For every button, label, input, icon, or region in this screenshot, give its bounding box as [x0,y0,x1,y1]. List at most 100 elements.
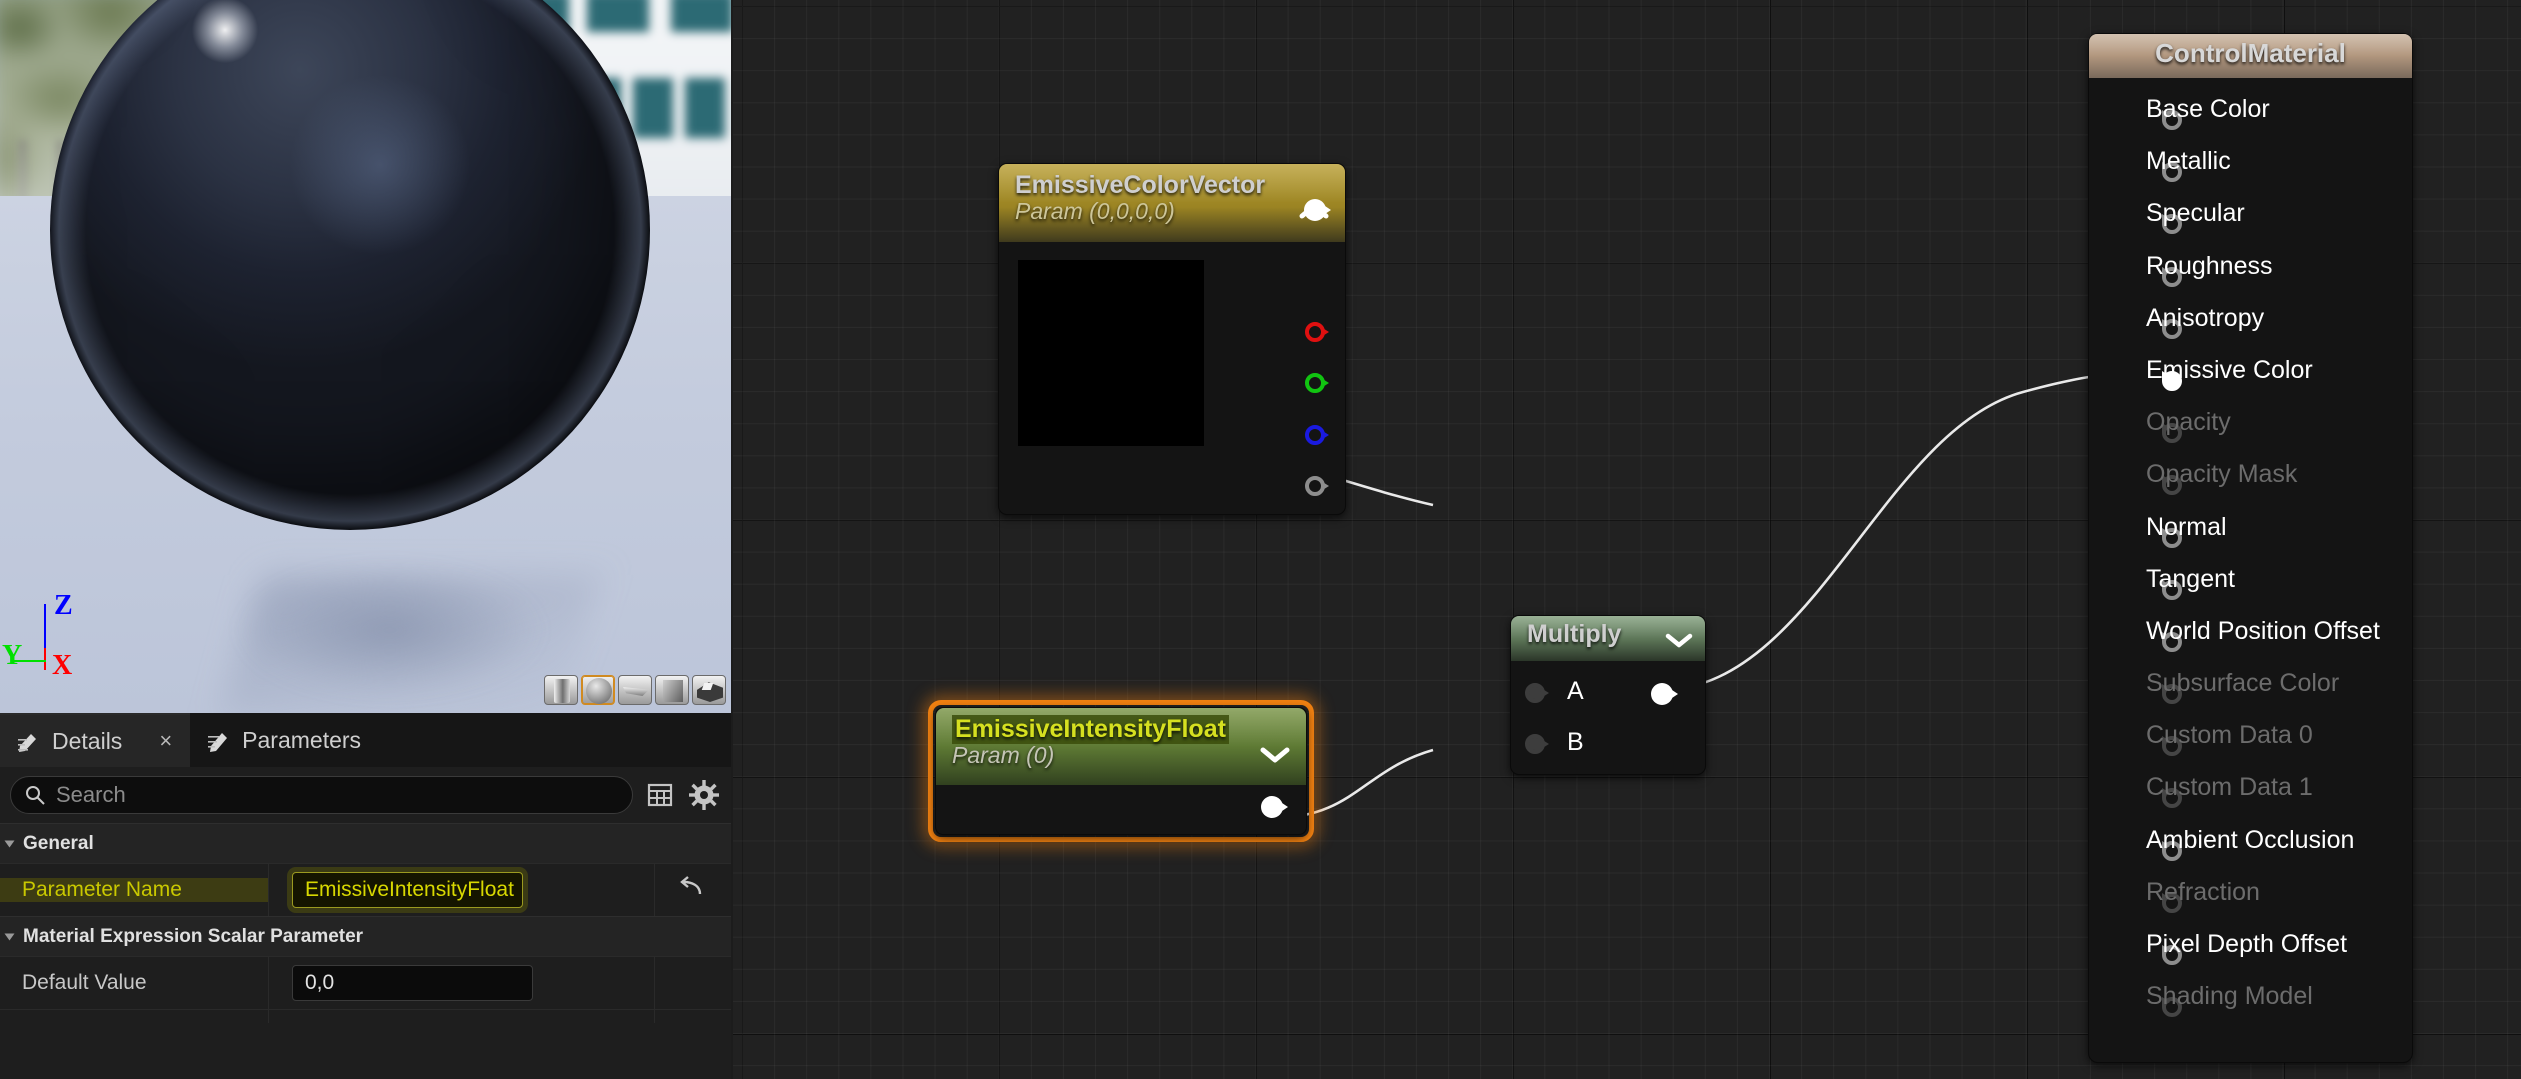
tab-details[interactable]: Details × [0,713,190,767]
section-general-label: General [23,833,94,855]
input-custom-data-0[interactable]: Custom Data 0 [2089,714,2412,766]
chevron-down-icon [5,933,15,940]
preview-shape-custom-mesh[interactable] [692,675,726,705]
node-emissive-intensity-float[interactable]: EmissiveIntensityFloat Param (0) [935,707,1307,835]
pin-ambient-occlusion[interactable] [2105,834,2127,856]
input-metallic[interactable]: Metallic [2089,140,2412,192]
pin-output-result[interactable] [1651,683,1673,705]
input-subsurface-color[interactable]: Subsurface Color [2089,662,2412,714]
input-opacity[interactable]: Opacity [2089,401,2412,453]
node-header-emissive-color-vector[interactable]: EmissiveColorVector Param (0,0,0,0) [999,164,1345,242]
input-emissive-color[interactable]: Emissive Color [2089,349,2412,401]
input-label-world-position-offset: World Position Offset [2146,617,2380,646]
input-anisotropy[interactable]: Anisotropy [2089,297,2412,349]
input-label-refraction: Refraction [2146,878,2260,907]
pin-output-float[interactable] [1261,796,1283,818]
node-multiply[interactable]: Multiply A B [1510,615,1706,775]
pin-tangent[interactable] [2105,573,2127,595]
pin-specular[interactable] [2105,207,2127,229]
preview-shape-cylinder[interactable] [544,675,578,705]
search-input[interactable]: Search [10,776,633,814]
node-header-control-material[interactable]: ControlMaterial [2089,34,2412,78]
pin-metallic[interactable] [2105,155,2127,177]
pin-opacity-mask[interactable] [2105,468,2127,490]
material-preview-viewport[interactable]: Z X Y [0,0,731,713]
input-label-metallic: Metallic [2146,147,2231,176]
input-world-position-offset[interactable]: World Position Offset [2089,610,2412,662]
pin-base-color[interactable] [2105,103,2127,125]
input-pixel-depth-offset[interactable]: Pixel Depth Offset [2089,923,2412,975]
preview-shape-sphere[interactable] [581,675,615,705]
pin-label-a: A [1567,677,1584,706]
axis-label-z: Z [54,592,73,620]
property-row-default-value: Default Value 0,0 [0,956,731,1009]
tab-parameters[interactable]: Parameters [190,713,379,767]
node-emissive-color-vector[interactable]: EmissiveColorVector Param (0,0,0,0) [998,163,1346,515]
pin-custom-data-0[interactable] [2105,729,2127,751]
pin-opacity[interactable] [2105,416,2127,438]
axis-label-x: X [52,652,72,680]
color-swatch-preview[interactable] [1018,260,1204,446]
material-graph-canvas[interactable]: EmissiveColorVector Param (0,0,0,0) [733,0,2521,1079]
input-label-roughness: Roughness [2146,252,2272,281]
chevron-down-icon[interactable] [1665,626,1693,652]
close-icon[interactable]: × [159,730,172,752]
viewport-contact-shadow [180,540,600,713]
pin-shading-model[interactable] [2105,990,2127,1012]
node-title-control-material: ControlMaterial [2089,38,2412,69]
input-base-color[interactable]: Base Color [2089,88,2412,140]
pin-pixel-depth-offset[interactable] [2105,938,2127,960]
input-label-anisotropy: Anisotropy [2146,304,2264,333]
chevron-down-icon[interactable] [1260,742,1290,768]
pin-normal[interactable] [2105,521,2127,543]
node-header-emissive-intensity-float[interactable]: EmissiveIntensityFloat Param (0) [936,708,1306,785]
preview-shape-cube[interactable] [655,675,689,705]
input-opacity-mask[interactable]: Opacity Mask [2089,453,2412,505]
pin-output-g[interactable] [1305,373,1327,395]
input-specular[interactable]: Specular [2089,192,2412,244]
input-refraction[interactable]: Refraction [2089,871,2412,923]
parameters-icon [208,729,231,752]
preview-shape-toolbar[interactable] [544,675,726,705]
pin-custom-data-1[interactable] [2105,781,2127,803]
node-subtitle-emissive-color-vector: Param (0,0,0,0) [1015,198,1331,225]
node-title-emissive-intensity-float[interactable]: EmissiveIntensityFloat [952,715,1229,744]
settings-gear-icon[interactable] [687,778,721,812]
input-ambient-occlusion[interactable]: Ambient Occlusion [2089,819,2412,871]
node-header-multiply[interactable]: Multiply [1511,616,1705,661]
input-label-tangent: Tangent [2146,565,2235,594]
input-custom-data-1[interactable]: Custom Data 1 [2089,766,2412,818]
default-value-input[interactable]: 0,0 [292,965,533,1001]
pin-output-rgba-glyph[interactable] [1304,199,1326,221]
parameter-name-input[interactable]: EmissiveIntensityFloat [292,872,523,908]
input-roughness[interactable]: Roughness [2089,245,2412,297]
revert-arrow-icon [678,873,708,908]
pin-output-r[interactable] [1305,322,1327,344]
section-general[interactable]: General [0,823,731,863]
pin-output-b[interactable] [1305,425,1327,447]
pin-subsurface-color[interactable] [2105,677,2127,699]
details-search-row: Search [0,767,731,823]
tab-details-label: Details [52,728,122,755]
node-subtitle-emissive-intensity-float: Param (0) [952,742,1292,769]
node-control-material[interactable]: ControlMaterial Base Color Metallic Spec… [2088,33,2413,1063]
pin-refraction[interactable] [2105,886,2127,908]
pin-output-rgba[interactable] [1305,278,1327,300]
pin-anisotropy[interactable] [2105,312,2127,334]
input-label-base-color: Base Color [2146,95,2270,124]
pin-emissive-color[interactable] [2105,364,2127,386]
property-label-default-value: Default Value [0,971,268,995]
column-layout-icon[interactable] [643,778,677,812]
pin-output-a[interactable] [1305,476,1327,498]
section-material-expression-scalar-parameter[interactable]: Material Expression Scalar Parameter [0,916,731,956]
preview-shape-plane[interactable] [618,675,652,705]
input-normal[interactable]: Normal [2089,506,2412,558]
pin-world-position-offset[interactable] [2105,625,2127,647]
pin-roughness[interactable] [2105,260,2127,282]
input-tangent[interactable]: Tangent [2089,558,2412,610]
pin-input-b[interactable] [1525,734,1547,756]
reset-to-default-button[interactable] [655,873,731,908]
input-shading-model[interactable]: Shading Model [2089,975,2412,1027]
pin-input-a[interactable] [1525,683,1547,705]
property-label-parameter-name: Parameter Name [0,878,268,902]
